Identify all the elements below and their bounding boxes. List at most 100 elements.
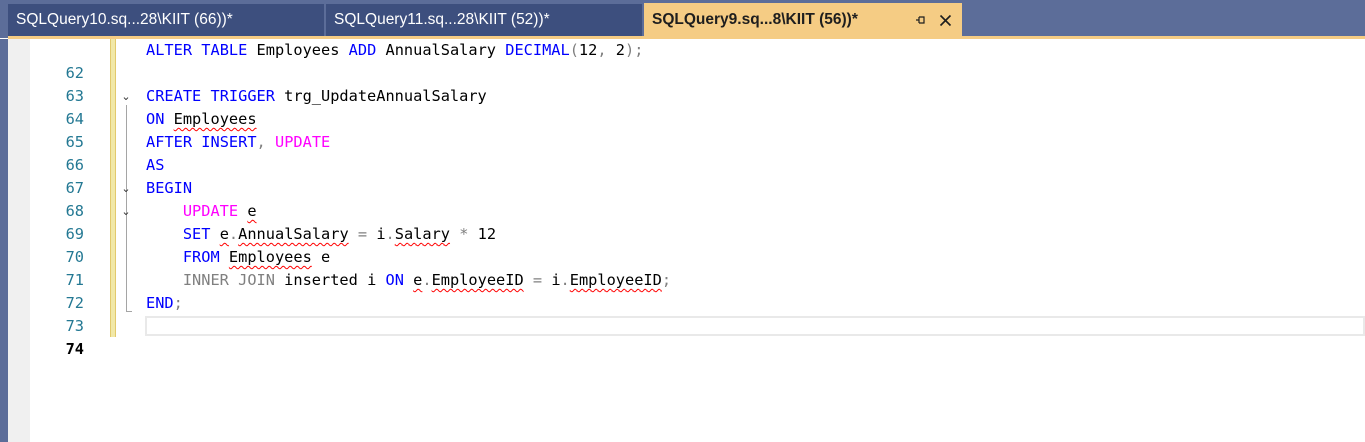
- identifier: e: [247, 202, 257, 220]
- operator: .: [228, 225, 239, 243]
- operator: ;: [661, 271, 672, 289]
- code-line: 63: [0, 62, 1365, 105]
- keyword: ALTER: [146, 41, 193, 59]
- code-text[interactable]: INNER JOIN inserted i ON e.EmployeeID = …: [146, 269, 671, 292]
- code-line: 69 UPDATE e: [0, 200, 1365, 243]
- code-line-current: 74: [0, 315, 1365, 358]
- code-text[interactable]: BEGIN: [146, 177, 192, 200]
- operator: );: [624, 41, 644, 59]
- code-text[interactable]: AS: [146, 154, 164, 177]
- keyword: END: [146, 294, 174, 312]
- identifier: i: [542, 271, 561, 289]
- keyword: DECIMAL: [505, 41, 570, 59]
- operator: =: [532, 271, 543, 289]
- identifier: Employees: [228, 248, 312, 266]
- code-line: 66 AFTER INSERT, UPDATE: [0, 131, 1365, 174]
- identifier: AnnualSalary: [376, 41, 506, 59]
- tab-sqlquery11[interactable]: SQLQuery11.sq...28\KIIT (52))*: [326, 4, 642, 36]
- keyword: CREATE: [146, 87, 202, 105]
- number: 12: [468, 225, 497, 243]
- function-keyword: UPDATE: [274, 133, 331, 151]
- code-line: 65 ON Employees: [0, 108, 1365, 151]
- line-number: 74: [65, 340, 84, 358]
- code-text[interactable]: AFTER INSERT, UPDATE: [146, 131, 330, 154]
- tab-sqlquery9-active[interactable]: SQLQuery9.sq...8\KIIT (56))*: [644, 3, 962, 37]
- number: 2: [606, 41, 625, 59]
- operator: ,: [597, 41, 607, 59]
- keyword: BEGIN: [146, 179, 193, 197]
- keyword: ADD: [348, 41, 377, 59]
- identifier: e: [413, 271, 423, 289]
- number: 12: [578, 41, 598, 59]
- document-tab-strip: SQLQuery10.sq...28\KIIT (66))* SQLQuery1…: [0, 0, 1365, 38]
- identifier: e: [311, 248, 331, 266]
- operator: .: [560, 271, 570, 289]
- tab-label: SQLQuery9.sq...8\KIIT (56))*: [652, 11, 858, 28]
- operator: .: [385, 225, 395, 243]
- code-line: 62 ALTER TABLE Employees ADD AnnualSalar…: [0, 39, 1365, 82]
- keyword: AFTER: [146, 133, 193, 151]
- close-icon[interactable]: [934, 3, 956, 37]
- identifier: inserted i: [274, 271, 386, 289]
- identifier: Salary: [394, 225, 451, 243]
- identifier: EmployeeID: [431, 271, 524, 289]
- operator: ;: [173, 294, 183, 312]
- code-text[interactable]: FROM Employees e: [146, 246, 330, 269]
- keyword: AS: [146, 156, 165, 174]
- identifier: e: [219, 225, 229, 243]
- code-line: 68 BEGIN: [0, 177, 1365, 220]
- tab-sqlquery10[interactable]: SQLQuery10.sq...28\KIIT (66))*: [8, 4, 324, 36]
- keyword: ON: [146, 110, 165, 128]
- code-line: 67 AS: [0, 154, 1365, 197]
- keyword: TRIGGER: [210, 87, 275, 105]
- code-line: 73 END;: [0, 292, 1365, 335]
- keyword: FROM: [182, 248, 220, 266]
- identifier: trg_UpdateAnnualSalary: [274, 87, 487, 105]
- keyword: TABLE: [201, 41, 248, 59]
- code-line: 71 FROM Employees e: [0, 246, 1365, 289]
- code-line: 70 SET e.AnnualSalary = i.Salary * 12: [0, 223, 1365, 266]
- tab-label: SQLQuery11.sq...28\KIIT (52))*: [334, 11, 550, 28]
- code-text[interactable]: UPDATE e: [146, 200, 257, 223]
- operator: =: [357, 225, 368, 243]
- code-line: 72 INNER JOIN inserted i ON e.EmployeeID…: [0, 269, 1365, 312]
- code-text[interactable]: CREATE TRIGGER trg_UpdateAnnualSalary: [146, 85, 487, 108]
- code-text[interactable]: ALTER TABLE Employees ADD AnnualSalary D…: [146, 39, 643, 62]
- code-text[interactable]: END;: [146, 292, 183, 315]
- operator: .: [422, 271, 432, 289]
- sql-editor[interactable]: ⌄ ⌄ ⌄ 62 ALTER TABLE Employees ADD Annua…: [0, 39, 1365, 442]
- operator: (: [569, 41, 579, 59]
- keyword-dimmed: JOIN: [238, 271, 275, 289]
- code-text[interactable]: ON Employees: [146, 108, 257, 131]
- operator: ,: [256, 133, 266, 151]
- identifier: AnnualSalary: [238, 225, 349, 243]
- pin-icon[interactable]: [912, 3, 930, 37]
- function-keyword: UPDATE: [182, 202, 239, 220]
- identifier: i: [376, 225, 386, 243]
- keyword: ON: [385, 271, 404, 289]
- identifier: EmployeeID: [569, 271, 662, 289]
- identifier: Employees: [247, 41, 349, 59]
- keyword: SET: [182, 225, 211, 243]
- tab-label: SQLQuery10.sq...28\KIIT (66))*: [16, 11, 233, 28]
- keyword-dimmed: INNER: [182, 271, 229, 289]
- code-text[interactable]: SET e.AnnualSalary = i.Salary * 12: [146, 223, 496, 246]
- keyword: INSERT: [201, 133, 257, 151]
